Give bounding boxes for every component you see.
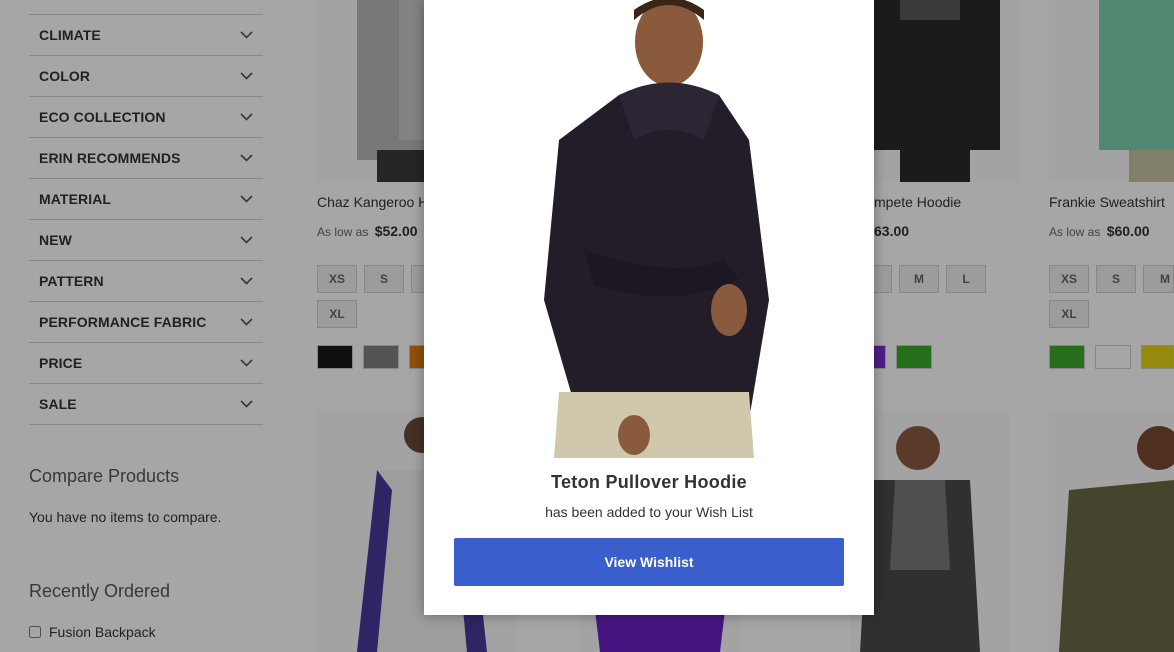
product-image-teton bbox=[524, 0, 774, 458]
modal-subtitle: has been added to your Wish List bbox=[545, 504, 753, 520]
modal-product-title: Teton Pullover Hoodie bbox=[551, 472, 747, 492]
teton-hoodie-image bbox=[524, 0, 774, 458]
view-wishlist-button[interactable]: View Wishlist bbox=[454, 538, 844, 586]
wishlist-modal: Teton Pullover Hoodie has been added to … bbox=[424, 0, 874, 615]
